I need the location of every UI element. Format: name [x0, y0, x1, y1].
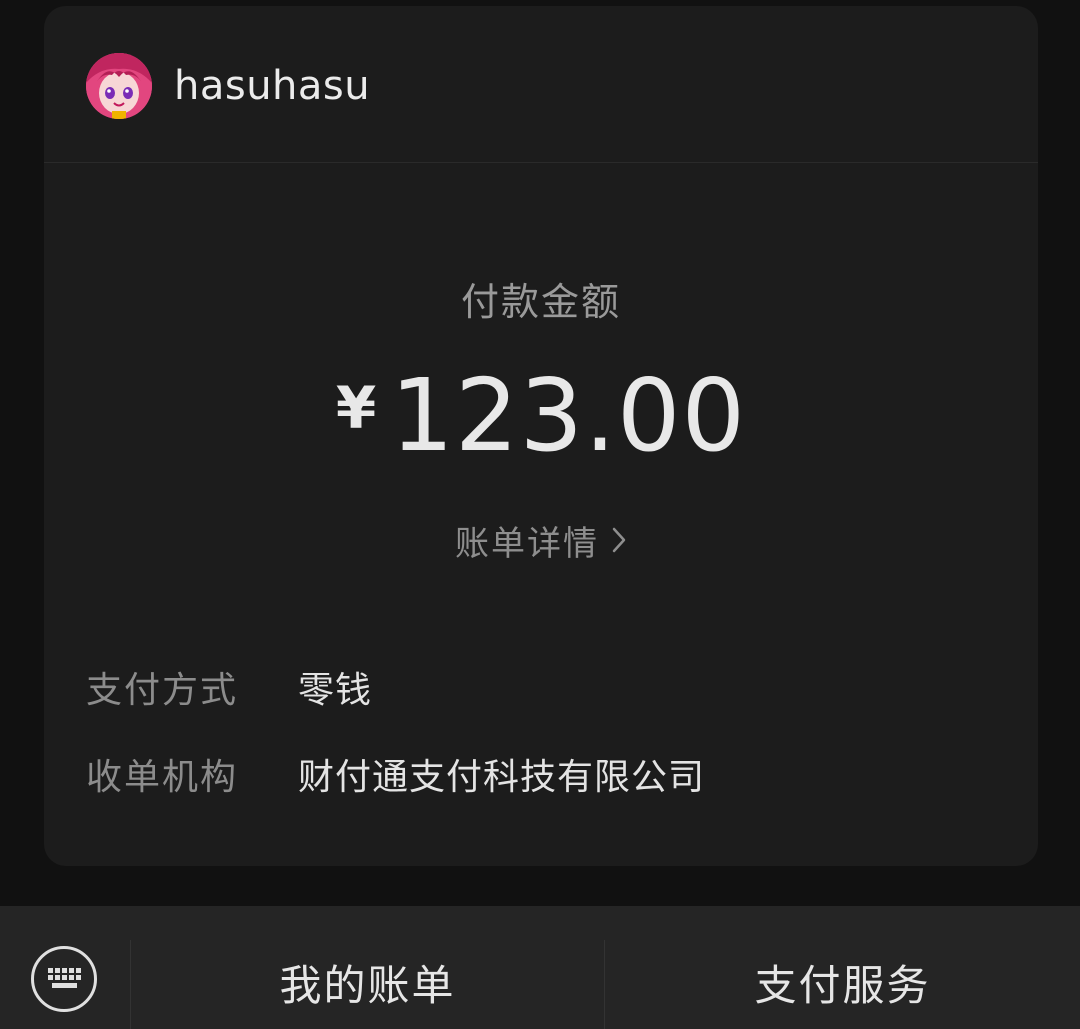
- amount-label: 付款金额: [460, 280, 621, 324]
- bill-detail-label: 账单详情: [455, 524, 599, 564]
- amount-value: 123.00: [390, 357, 747, 474]
- info-row-acquirer: 收单机构 财付通支付科技有限公司: [86, 753, 1006, 803]
- avatar[interactable]: [86, 53, 152, 119]
- bottom-bar: 我的账单 支付服务: [0, 906, 1080, 1029]
- keyboard-icon: [31, 946, 97, 1012]
- payment-method-value: 零钱: [298, 670, 373, 711]
- payment-services-button[interactable]: 支付服务: [605, 946, 1080, 1026]
- currency-symbol: ¥: [335, 374, 377, 442]
- merchant-header: hasuhasu: [44, 6, 1038, 163]
- keyboard-button[interactable]: [0, 906, 130, 1029]
- chevron-right-icon: [611, 520, 627, 566]
- acquirer-value: 财付通支付科技有限公司: [298, 757, 706, 798]
- anime-avatar-icon: [86, 53, 152, 119]
- acquirer-label: 收单机构: [86, 757, 239, 798]
- merchant-name: hasuhasu: [174, 63, 371, 109]
- info-row-payment-method: 支付方式 零钱: [86, 666, 1006, 716]
- payment-amount: ¥123.00: [44, 366, 1038, 466]
- my-bills-button[interactable]: 我的账单: [131, 946, 604, 1026]
- payment-method-label: 支付方式: [86, 670, 239, 711]
- payment-card: hasuhasu 付款金额 ¥123.00 账单详情 支付方式 零钱 收单机构 …: [44, 6, 1038, 866]
- payment-result-page: hasuhasu 付款金额 ¥123.00 账单详情 支付方式 零钱 收单机构 …: [0, 0, 1080, 1029]
- bill-detail-link[interactable]: 账单详情: [44, 521, 1038, 569]
